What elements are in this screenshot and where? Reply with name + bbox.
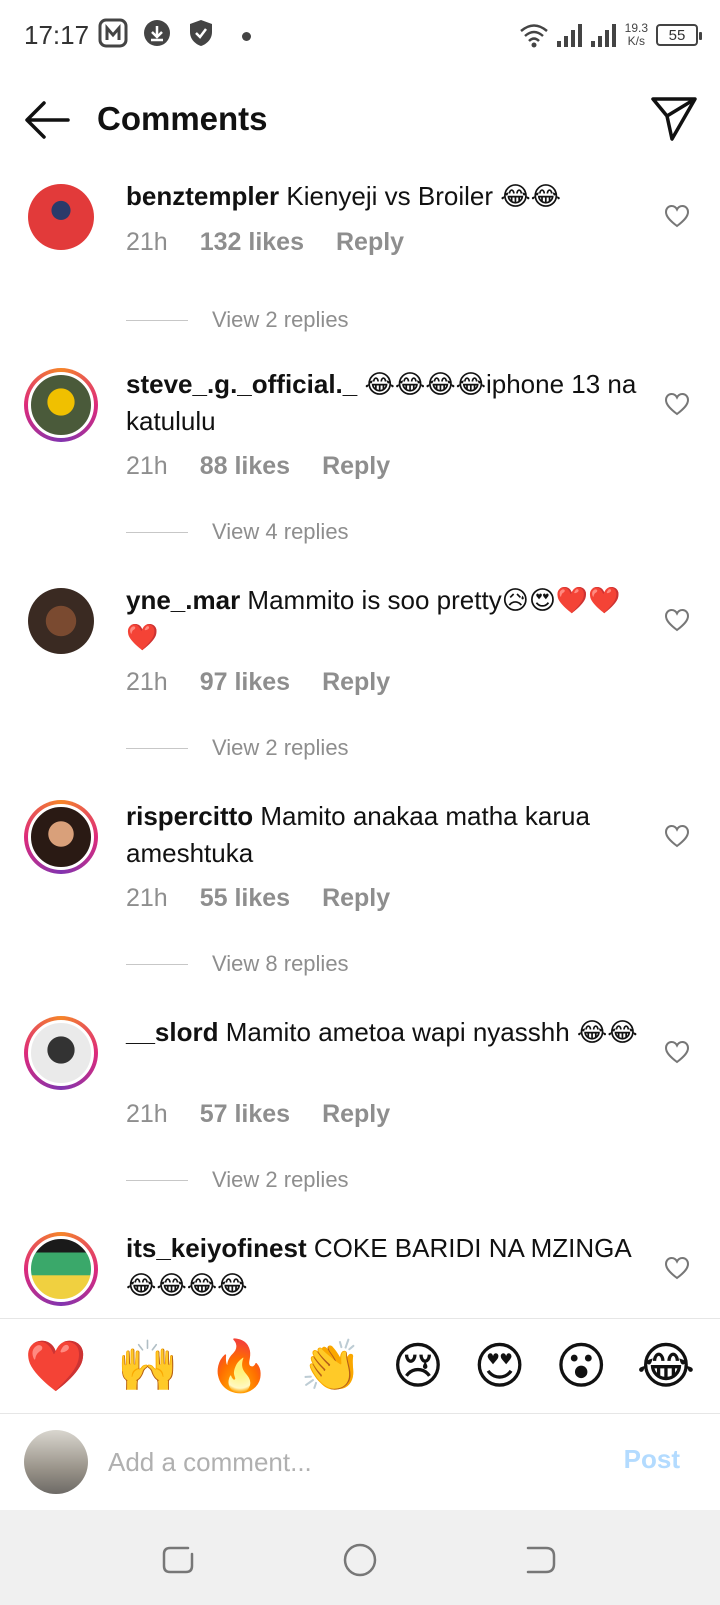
- more-notifications-dot: [242, 32, 251, 41]
- comment-username[interactable]: yne_.mar: [126, 585, 240, 615]
- avatar[interactable]: [24, 800, 98, 874]
- battery-level: 55: [668, 26, 686, 44]
- divider: [126, 319, 188, 321]
- view-replies-label: View 2 replies: [212, 1167, 349, 1192]
- comment-time: 21h: [126, 1100, 168, 1128]
- network-speed-unit: K/s: [627, 34, 645, 48]
- comment-time: 21h: [126, 884, 168, 912]
- home-icon[interactable]: [340, 1540, 380, 1580]
- comment-body: rispercitto Mamito anakaa matha karua am…: [126, 798, 646, 872]
- status-time: 17:17: [24, 20, 90, 50]
- comment-likes[interactable]: 55 likes: [200, 884, 290, 913]
- reply-button[interactable]: Reply: [322, 884, 390, 913]
- heart-outline-icon[interactable]: [664, 608, 690, 632]
- emoji-laughing-button[interactable]: 😂: [637, 1337, 695, 1395]
- avatar[interactable]: [24, 368, 98, 442]
- comment-username[interactable]: its_keiyofinest: [126, 1233, 307, 1263]
- comment-body: benztempler Kienyeji vs Broiler 😂😂: [126, 178, 646, 215]
- emoji-raised-hands-button[interactable]: 🙌: [117, 1337, 179, 1396]
- comment-body: steve_.g._official._ 😂😂😂😂iphone 13 na ka…: [126, 366, 646, 440]
- comment-meta: 21h 97 likes Reply: [126, 668, 390, 697]
- view-replies-button[interactable]: View 4 replies: [126, 519, 349, 545]
- comment-meta: 21h 55 likes Reply: [126, 884, 390, 913]
- comment-username[interactable]: rispercitto: [126, 801, 253, 831]
- status-bar: 17:17 19.3 K/s 55: [0, 0, 720, 72]
- emoji-clap-button[interactable]: 👏: [300, 1337, 362, 1396]
- comment-meta: 21h 57 likes Reply: [126, 1100, 390, 1129]
- comment-meta: 21h 132 likes Reply: [126, 228, 404, 257]
- comments-header: Comments: [0, 80, 720, 160]
- divider: [126, 963, 188, 965]
- emoji-crying-button[interactable]: 😢: [392, 1337, 444, 1395]
- current-user-avatar: [24, 1430, 88, 1494]
- comment-time: 21h: [126, 228, 168, 256]
- reply-button[interactable]: Reply: [322, 668, 390, 697]
- avatar[interactable]: [24, 1016, 98, 1090]
- emoji-fire-button[interactable]: 🔥: [208, 1337, 270, 1396]
- battery-icon: 55: [656, 24, 702, 46]
- comment-username[interactable]: steve_.g._official._: [126, 369, 357, 399]
- download-notification-icon: [144, 20, 170, 46]
- arrow-left-icon[interactable]: [22, 98, 72, 142]
- avatar[interactable]: [24, 180, 98, 254]
- status-right-group: 19.3 K/s 55: [519, 18, 702, 52]
- comment-time: 21h: [126, 668, 168, 696]
- back-nav-icon[interactable]: [520, 1540, 560, 1580]
- comment-body: yne_.mar Mammito is soo pretty😥😍❤️❤️❤️: [126, 582, 646, 656]
- wifi-icon: [519, 24, 548, 48]
- post-button[interactable]: Post: [624, 1444, 680, 1475]
- comment-meta: 21h 88 likes Reply: [126, 452, 390, 481]
- view-replies-label: View 2 replies: [212, 735, 349, 760]
- comment-input[interactable]: [108, 1438, 588, 1486]
- emoji-reaction-bar: ❤️ 🙌 🔥 👏 😢 😍 😮 😂: [0, 1318, 720, 1414]
- reply-button[interactable]: Reply: [336, 228, 404, 257]
- view-replies-button[interactable]: View 2 replies: [126, 1167, 349, 1193]
- comment-time: 21h: [126, 452, 168, 480]
- app-notification-icon: [98, 18, 128, 48]
- view-replies-button[interactable]: View 2 replies: [126, 735, 349, 761]
- heart-outline-icon[interactable]: [664, 1256, 690, 1280]
- comments-list[interactable]: benztempler Kienyeji vs Broiler 😂😂 21h 1…: [0, 160, 720, 1318]
- comment-likes[interactable]: 57 likes: [200, 1100, 290, 1129]
- view-replies-label: View 4 replies: [212, 519, 349, 544]
- comment-likes[interactable]: 132 likes: [200, 228, 304, 257]
- signal-icon-2: [590, 24, 616, 47]
- reply-button[interactable]: Reply: [322, 452, 390, 481]
- heart-outline-icon[interactable]: [664, 392, 690, 416]
- paper-plane-icon[interactable]: [650, 96, 698, 142]
- comment-username[interactable]: __slord: [126, 1017, 219, 1047]
- divider: [126, 1179, 188, 1181]
- reply-button[interactable]: Reply: [322, 1100, 390, 1129]
- network-speed: 19.3 K/s: [625, 22, 648, 48]
- recent-apps-icon[interactable]: [158, 1540, 198, 1580]
- view-replies-label: View 8 replies: [212, 951, 349, 976]
- divider: [126, 747, 188, 749]
- comment-text: Kienyeji vs Broiler 😂😂: [286, 181, 562, 211]
- view-replies-button[interactable]: View 2 replies: [126, 307, 349, 333]
- view-replies-label: View 2 replies: [212, 307, 349, 332]
- comment-body: __slord Mamito ametoa wapi nyasshh 😂😂: [126, 1014, 646, 1051]
- comment-composer: Post: [0, 1414, 720, 1510]
- emoji-heart-button[interactable]: ❤️: [25, 1337, 87, 1396]
- emoji-heart-eyes-button[interactable]: 😍: [474, 1337, 526, 1395]
- system-nav-bar: [0, 1510, 720, 1605]
- signal-icon-1: [556, 24, 582, 47]
- heart-outline-icon[interactable]: [664, 824, 690, 848]
- avatar[interactable]: [24, 584, 98, 658]
- emoji-surprised-button[interactable]: 😮: [555, 1337, 607, 1395]
- comment-text: Mamito ametoa wapi nyasshh 😂😂: [225, 1017, 638, 1047]
- comment-body: its_keiyofinest COKE BARIDI NA MZINGA😂😂😂…: [126, 1230, 646, 1304]
- page-title: Comments: [97, 100, 268, 137]
- comment-username[interactable]: benztempler: [126, 181, 279, 211]
- heart-outline-icon[interactable]: [664, 1040, 690, 1064]
- comment-likes[interactable]: 97 likes: [200, 668, 290, 697]
- avatar[interactable]: [24, 1232, 98, 1306]
- comment-likes[interactable]: 88 likes: [200, 452, 290, 481]
- heart-outline-icon[interactable]: [664, 204, 690, 228]
- view-replies-button[interactable]: View 8 replies: [126, 951, 349, 977]
- shield-icon: [190, 20, 212, 46]
- divider: [126, 531, 188, 533]
